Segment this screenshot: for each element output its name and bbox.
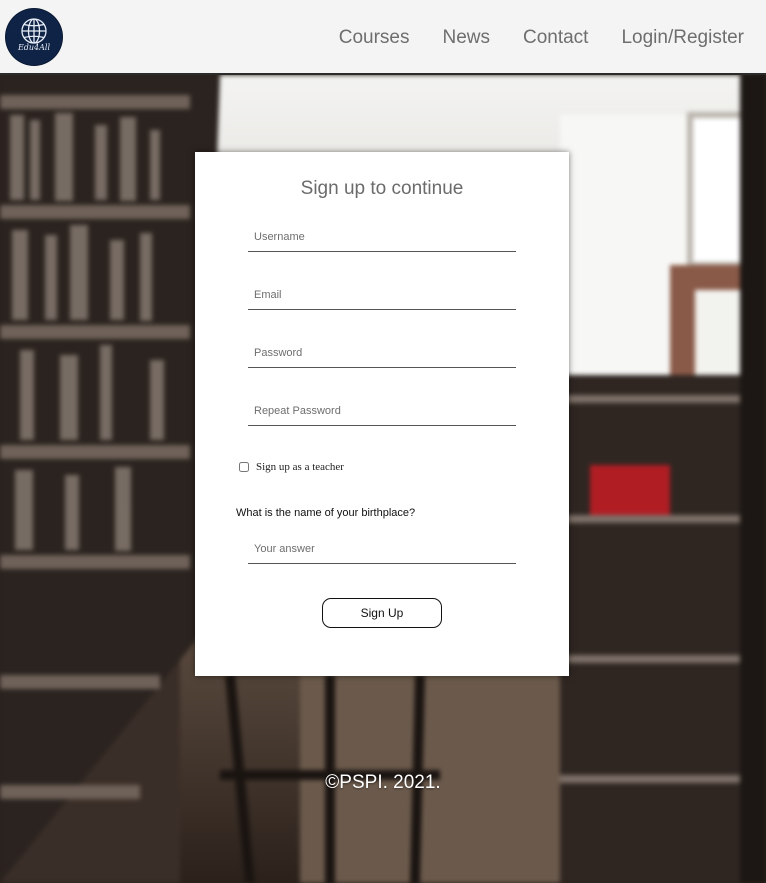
security-question: What is the name of your birthplace? [236,507,416,519]
signup-title: Sign up to continue [300,178,464,199]
globe-icon [21,18,47,44]
signup-button[interactable]: Sign Up [322,598,442,628]
username-input[interactable] [248,222,516,252]
nav-login-register[interactable]: Login/Register [621,27,744,49]
teacher-checkbox-row: Sign up as a teacher [239,461,344,473]
logo-text: Edu4All [17,43,51,52]
main-nav: Courses News Contact Login/Register [339,26,744,50]
nav-contact[interactable]: Contact [523,27,588,49]
teacher-checkbox-label[interactable]: Sign up as a teacher [256,461,344,473]
repeat-password-input[interactable] [248,396,516,426]
password-input[interactable] [248,338,516,368]
security-answer-input[interactable] [248,534,516,564]
footer-copyright: ©PSPI. 2021. [325,772,441,793]
site-header: Edu4All Courses News Contact Login/Regis… [0,0,766,75]
teacher-checkbox[interactable] [239,462,249,472]
nav-courses[interactable]: Courses [339,27,410,49]
signup-card: Sign up to continue Sign up as a teacher… [195,152,569,676]
email-input[interactable] [248,280,516,310]
nav-news[interactable]: News [442,27,490,49]
site-logo[interactable]: Edu4All [6,9,62,65]
